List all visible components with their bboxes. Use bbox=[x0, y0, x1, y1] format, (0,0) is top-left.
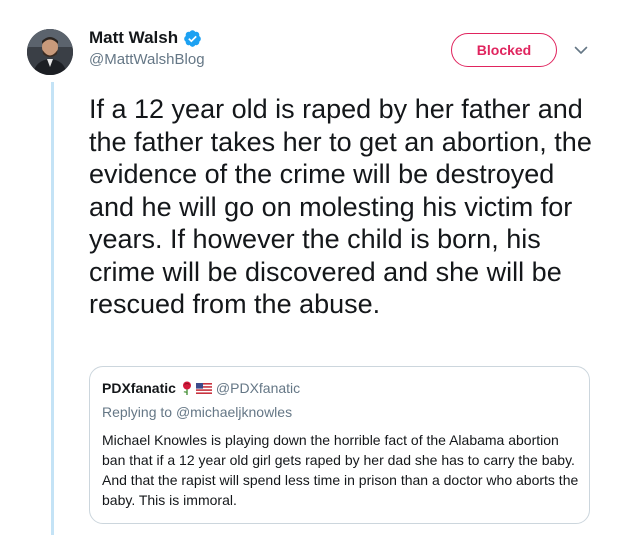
tweet-text: If a 12 year old is raped by her father … bbox=[89, 94, 592, 319]
replying-to: Replying to @michaeljknowles bbox=[102, 404, 577, 420]
quoted-author-handle: @PDXfanatic bbox=[215, 380, 301, 396]
us-flag-icon bbox=[195, 382, 212, 394]
quoted-author-name: PDXfanatic bbox=[102, 380, 176, 396]
tweet-header: Matt Walsh @MattWalshBlog bbox=[89, 28, 205, 68]
thread-line bbox=[51, 82, 54, 535]
quoted-tweet[interactable]: PDXfanatic @PDXfanatic Replying to @mich… bbox=[89, 366, 590, 524]
author-display-name[interactable]: Matt Walsh bbox=[89, 28, 178, 48]
replying-to-handle[interactable]: @michaeljknowles bbox=[176, 404, 292, 420]
replying-to-label: Replying to bbox=[102, 404, 173, 420]
author-avatar[interactable] bbox=[27, 29, 73, 75]
blocked-button[interactable]: Blocked bbox=[451, 33, 557, 67]
verified-badge-icon bbox=[184, 29, 201, 47]
chevron-down-icon[interactable] bbox=[572, 41, 590, 59]
quoted-tweet-text: Michael Knowles is playing down the horr… bbox=[102, 432, 579, 508]
author-handle[interactable]: @MattWalshBlog bbox=[89, 51, 205, 68]
quoted-tweet-header: PDXfanatic @PDXfanatic bbox=[102, 380, 577, 396]
avatar-photo bbox=[27, 29, 73, 75]
rose-icon bbox=[182, 381, 191, 395]
